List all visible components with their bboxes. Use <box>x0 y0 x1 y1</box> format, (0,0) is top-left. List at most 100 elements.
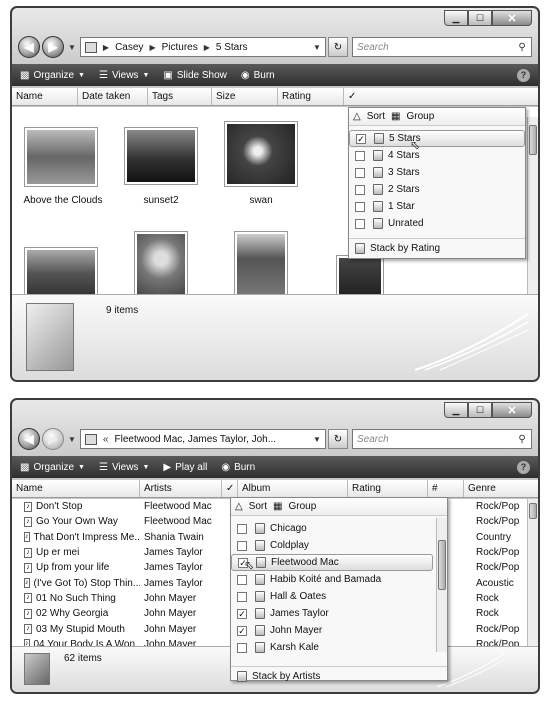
column-rating[interactable]: Rating <box>278 88 344 105</box>
minimize-button[interactable]: ▁ <box>444 10 468 26</box>
recent-pages-dropdown[interactable]: ▼ <box>68 43 76 52</box>
vertical-scrollbar[interactable] <box>527 499 538 651</box>
close-button[interactable]: ✕ <box>492 402 532 418</box>
burn-button[interactable]: ◉ Burn <box>221 462 255 473</box>
forward-button[interactable]: ▶ <box>42 36 64 58</box>
column-filter-check[interactable]: ✓ <box>222 480 238 497</box>
address-dropdown-icon[interactable]: ▼ <box>309 43 325 52</box>
column-genre[interactable]: Genre <box>464 480 524 497</box>
filter-checkbox[interactable]: ✓ <box>237 608 247 619</box>
filter-checkbox[interactable] <box>355 184 365 195</box>
burn-button[interactable]: ◉ Burn <box>241 70 275 81</box>
breadcrumb-casey[interactable]: Casey <box>115 42 143 53</box>
address-bar[interactable]: ▶ Casey ▶ Pictures ▶ 5 Stars ▼ <box>79 37 326 57</box>
filter-checkbox[interactable] <box>355 201 365 212</box>
help-icon[interactable]: ? <box>517 68 530 82</box>
refresh-button[interactable]: ↻ <box>328 429 348 449</box>
forward-button[interactable]: ▶ <box>42 428 64 450</box>
sort-icon[interactable]: △ <box>353 111 361 122</box>
help-icon[interactable]: ? <box>517 460 530 474</box>
filter-item-john-mayer[interactable]: ✓ John Mayer <box>231 622 447 639</box>
photo-thumbnail[interactable] <box>24 127 98 187</box>
column-artists[interactable]: Artists <box>140 480 222 497</box>
filter-checkbox[interactable] <box>237 540 247 551</box>
filter-item-hall-oates[interactable]: Hall & Oates <box>231 588 447 605</box>
column-tags[interactable]: Tags <box>148 88 212 105</box>
sort-option[interactable]: Sort <box>249 501 267 512</box>
search-input[interactable]: Search ⚲ <box>352 429 532 449</box>
refresh-button[interactable]: ↻ <box>328 37 348 57</box>
column-date-taken[interactable]: Date taken <box>78 88 148 105</box>
address-bar[interactable]: « Fleetwood Mac, James Taylor, Joh... ▼ <box>79 429 326 449</box>
filter-checkbox[interactable] <box>355 150 365 161</box>
column-track-number[interactable]: # <box>428 480 464 497</box>
photo-thumbnail[interactable] <box>224 121 298 187</box>
address-dropdown-icon[interactable]: ▼ <box>309 435 325 444</box>
filter-checkbox[interactable] <box>237 642 247 653</box>
photo-thumbnail[interactable] <box>24 247 98 299</box>
breadcrumb-pictures[interactable]: Pictures <box>162 42 198 53</box>
minimize-button[interactable]: ▁ <box>444 402 468 418</box>
chevron-right-icon[interactable]: ▶ <box>103 43 109 52</box>
filter-checkbox[interactable]: ✓ <box>356 133 366 144</box>
maximize-button[interactable]: ☐ <box>468 402 492 418</box>
filter-item-habib-koite[interactable]: Habib Koité and Bamada <box>231 571 447 588</box>
photo-thumbnail[interactable] <box>134 231 188 299</box>
filter-checkbox[interactable] <box>237 523 247 534</box>
photo-thumbnail[interactable] <box>124 127 198 185</box>
scrollbar-thumb[interactable] <box>438 540 446 590</box>
filter-checkbox[interactable] <box>355 167 365 178</box>
group-option[interactable]: Group <box>407 111 435 122</box>
column-rating[interactable]: Rating <box>348 480 428 497</box>
filter-item-3-stars[interactable]: 3 Stars <box>349 164 525 181</box>
column-album[interactable]: Album <box>238 480 348 497</box>
filter-item-chicago[interactable]: Chicago <box>231 520 447 537</box>
stack-by-rating-option[interactable]: Stack by Rating <box>349 238 525 258</box>
filter-item-5-stars[interactable]: ✓ 5 Stars <box>349 130 525 147</box>
filter-item-1-star[interactable]: 1 Star <box>349 198 525 215</box>
back-button[interactable]: ◀ <box>18 36 40 58</box>
column-name[interactable]: Name <box>12 88 78 105</box>
photo-thumbnail[interactable] <box>336 255 384 299</box>
filter-item-4-stars[interactable]: 4 Stars <box>349 147 525 164</box>
filter-item-coldplay[interactable]: Coldplay <box>231 537 447 554</box>
views-button[interactable]: ☰ Views ▼ <box>99 70 149 81</box>
column-size[interactable]: Size <box>212 88 278 105</box>
filter-item-2-stars[interactable]: 2 Stars <box>349 181 525 198</box>
stack-by-artists-option[interactable]: Stack by Artists <box>231 666 447 686</box>
filter-item-fleetwood-mac[interactable]: ✓ Fleetwood Mac <box>231 554 433 571</box>
scrollbar-thumb[interactable] <box>529 125 537 155</box>
search-icon[interactable]: ⚲ <box>513 42 531 53</box>
chevron-right-icon[interactable]: ▶ <box>149 43 155 52</box>
recent-pages-dropdown[interactable]: ▼ <box>68 435 76 444</box>
slideshow-button[interactable]: ▣ Slide Show <box>163 70 226 81</box>
maximize-button[interactable]: ☐ <box>468 10 492 26</box>
views-button[interactable]: ☰ Views ▼ <box>99 462 149 473</box>
group-option[interactable]: Group <box>289 501 317 512</box>
scrollbar-thumb[interactable] <box>529 503 537 519</box>
sort-option[interactable]: Sort <box>367 111 385 122</box>
breadcrumb-artists[interactable]: Fleetwood Mac, James Taylor, Joh... <box>114 434 276 445</box>
back-button[interactable]: ◀ <box>18 428 40 450</box>
menu-scrollbar[interactable] <box>436 518 447 652</box>
filter-checkbox[interactable] <box>237 591 247 602</box>
column-filter-check[interactable]: ✓ <box>344 88 362 105</box>
filter-item-unrated[interactable]: Unrated <box>349 215 525 232</box>
close-button[interactable]: ✕ <box>492 10 532 26</box>
filter-checkbox[interactable] <box>355 218 365 229</box>
search-icon[interactable]: ⚲ <box>513 434 531 445</box>
vertical-scrollbar[interactable] <box>527 117 538 295</box>
organize-button[interactable]: ▩ Organize ▼ <box>20 462 85 473</box>
filter-item-james-taylor[interactable]: ✓ James Taylor <box>231 605 447 622</box>
photo-thumbnail[interactable] <box>234 231 288 299</box>
play-all-button[interactable]: ▶ Play all <box>163 462 207 473</box>
sort-icon[interactable]: △ <box>235 501 243 512</box>
search-input[interactable]: Search ⚲ <box>352 37 532 57</box>
organize-button[interactable]: ▩ Organize ▼ <box>20 70 85 81</box>
filter-item-karsh-kale[interactable]: Karsh Kale <box>231 639 447 656</box>
filter-checkbox[interactable]: ✓ <box>237 625 247 636</box>
column-name[interactable]: Name <box>12 480 140 497</box>
address-overflow-icon[interactable]: « <box>103 434 109 445</box>
filter-checkbox[interactable] <box>237 574 247 585</box>
breadcrumb-5-stars[interactable]: 5 Stars <box>216 42 248 53</box>
